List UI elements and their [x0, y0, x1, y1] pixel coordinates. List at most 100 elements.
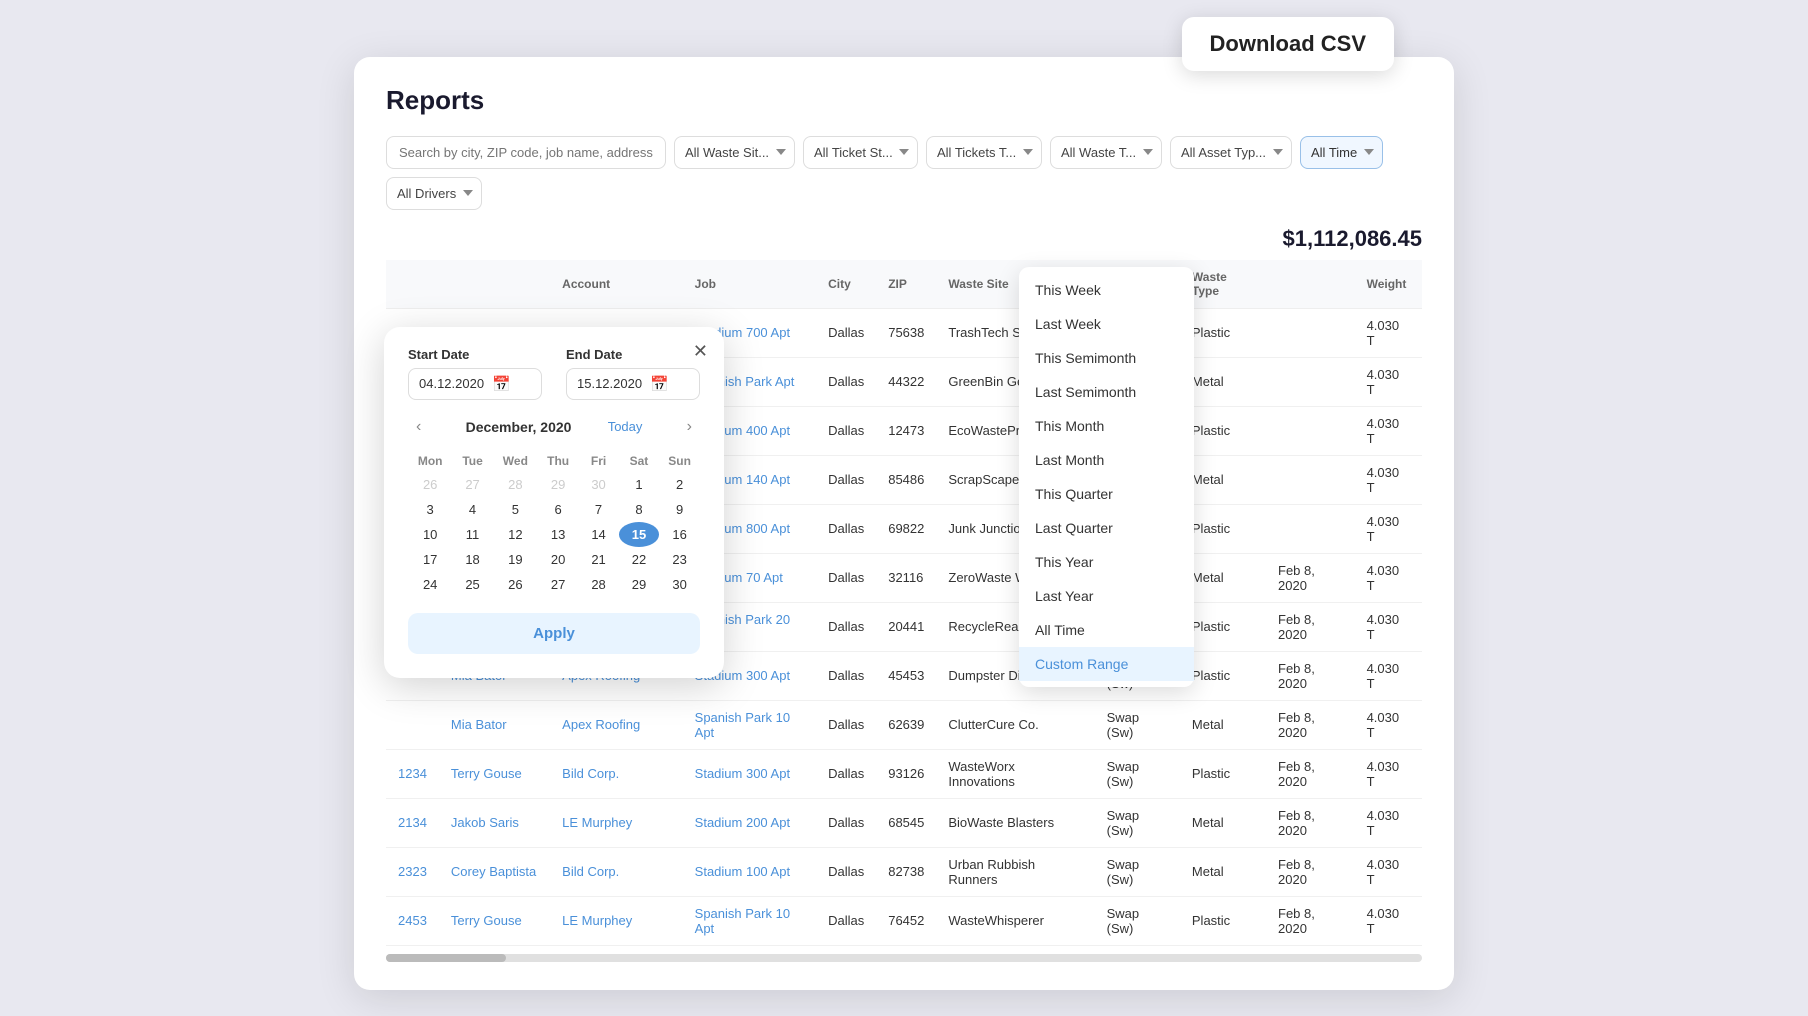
calendar-day[interactable]: 7 [578, 497, 618, 522]
cell-zip: 68545 [876, 798, 936, 847]
calendar-day[interactable]: 14 [578, 522, 618, 547]
calendar-day[interactable]: 18 [452, 547, 492, 572]
calendar-day[interactable]: 28 [493, 472, 538, 497]
time-dropdown-item[interactable]: This Week [1019, 273, 1194, 307]
time-dropdown-item[interactable]: Last Quarter [1019, 511, 1194, 545]
end-date-input[interactable]: 15.12.2020 📅 [566, 368, 700, 400]
calendar-day[interactable]: 22 [619, 547, 659, 572]
time-dropdown-item[interactable]: This Quarter [1019, 477, 1194, 511]
account-link[interactable]: Bild Corp. [562, 864, 619, 879]
cell-ticket-type: Swap (Sw) [1095, 798, 1180, 847]
cell-id: 2134 [386, 798, 439, 847]
time-dropdown-item[interactable]: Custom Range [1019, 647, 1194, 681]
cell-city: Dallas [816, 847, 876, 896]
calendar-day[interactable]: 26 [493, 572, 538, 597]
calendar-day[interactable]: 26 [408, 472, 452, 497]
time-dropdown-item[interactable]: This Semimonth [1019, 341, 1194, 375]
job-link[interactable]: Spanish Park 10 Apt [695, 906, 790, 936]
calendar-day[interactable]: 11 [452, 522, 492, 547]
cell-weight: 4.030 T [1355, 406, 1422, 455]
driver-link[interactable]: Terry Gouse [451, 913, 522, 928]
cell-date: Feb 8, 2020 [1266, 798, 1355, 847]
calendar-day[interactable]: 10 [408, 522, 452, 547]
asset-type-filter[interactable]: All Asset Typ... [1170, 136, 1292, 169]
col-city: City [816, 260, 876, 309]
next-month-button[interactable]: › [679, 414, 700, 440]
waste-site-filter[interactable]: All Waste Sit... [674, 136, 795, 169]
cell-zip: 62639 [876, 700, 936, 749]
calendar-day[interactable]: 9 [659, 497, 700, 522]
time-dropdown-item[interactable]: All Time [1019, 613, 1194, 647]
driver-link[interactable]: Terry Gouse [451, 766, 522, 781]
calendar-day[interactable]: 23 [659, 547, 700, 572]
job-link[interactable]: Stadium 200 Apt [695, 815, 790, 830]
time-filter[interactable]: All Time [1300, 136, 1383, 169]
calendar-day[interactable]: 29 [619, 572, 659, 597]
prev-month-button[interactable]: ‹ [408, 414, 429, 440]
calendar-day[interactable]: 27 [538, 572, 578, 597]
calendar-day[interactable]: 27 [452, 472, 492, 497]
download-csv-button[interactable]: Download CSV [1182, 17, 1394, 71]
time-dropdown-item[interactable]: Last Month [1019, 443, 1194, 477]
job-link[interactable]: Stadium 100 Apt [695, 864, 790, 879]
calendar-day[interactable]: 1 [619, 472, 659, 497]
calendar-day[interactable]: 28 [578, 572, 618, 597]
waste-type-filter[interactable]: All Waste T... [1050, 136, 1162, 169]
ticket-status-filter[interactable]: All Ticket St... [803, 136, 918, 169]
ticket-id-link[interactable]: 2323 [398, 864, 427, 879]
calendar-day[interactable]: 6 [538, 497, 578, 522]
calendar-day[interactable]: 15 [619, 522, 659, 547]
cell-weight: 4.030 T [1355, 504, 1422, 553]
calendar-day[interactable]: 3 [408, 497, 452, 522]
time-dropdown-item[interactable]: This Month [1019, 409, 1194, 443]
calendar-day[interactable]: 5 [493, 497, 538, 522]
time-dropdown-item[interactable]: This Year [1019, 545, 1194, 579]
calendar-day[interactable]: 30 [578, 472, 618, 497]
account-link[interactable]: Bild Corp. [562, 766, 619, 781]
cell-job: Spanish Park 10 Apt [683, 700, 816, 749]
ticket-id-link[interactable]: 1234 [398, 766, 427, 781]
start-date-input[interactable]: 04.12.2020 📅 [408, 368, 542, 400]
time-dropdown-item[interactable]: Last Week [1019, 307, 1194, 341]
driver-link[interactable]: Jakob Saris [451, 815, 519, 830]
calendar-day[interactable]: 2 [659, 472, 700, 497]
cell-date: Feb 8, 2020 [1266, 553, 1355, 602]
driver-link[interactable]: Mia Bator [451, 717, 507, 732]
account-link[interactable]: LE Murphey [562, 815, 632, 830]
calendar-day[interactable]: 13 [538, 522, 578, 547]
job-link[interactable]: Spanish Park 10 Apt [695, 710, 790, 740]
calendar-week-row: 3456789 [408, 497, 700, 522]
job-link[interactable]: Stadium 300 Apt [695, 766, 790, 781]
calendar-day-header: Fri [578, 450, 618, 472]
ticket-id-link[interactable]: 2453 [398, 913, 427, 928]
ticket-id-link[interactable]: 2134 [398, 815, 427, 830]
driver-link[interactable]: Corey Baptista [451, 864, 536, 879]
calendar-day[interactable]: 19 [493, 547, 538, 572]
apply-button[interactable]: Apply [408, 613, 700, 654]
drivers-filter[interactable]: All Drivers [386, 177, 482, 210]
calendar-day[interactable]: 16 [659, 522, 700, 547]
time-dropdown-item[interactable]: Last Semimonth [1019, 375, 1194, 409]
calendar-day[interactable]: 12 [493, 522, 538, 547]
search-input[interactable] [386, 136, 666, 169]
calendar-day[interactable]: 21 [578, 547, 618, 572]
cell-city: Dallas [816, 455, 876, 504]
calendar-day[interactable]: 20 [538, 547, 578, 572]
calendar-day[interactable]: 4 [452, 497, 492, 522]
cell-weight: 4.030 T [1355, 357, 1422, 406]
calendar-day[interactable]: 24 [408, 572, 452, 597]
cell-account: Bild Corp. [550, 847, 682, 896]
account-link[interactable]: LE Murphey [562, 913, 632, 928]
time-dropdown-item[interactable]: Last Year [1019, 579, 1194, 613]
today-button[interactable]: Today [608, 419, 643, 434]
cell-zip: 75638 [876, 308, 936, 357]
calendar-day[interactable]: 25 [452, 572, 492, 597]
tickets-type-filter[interactable]: All Tickets T... [926, 136, 1042, 169]
account-link[interactable]: Apex Roofing [562, 717, 640, 732]
calendar-day[interactable]: 30 [659, 572, 700, 597]
calendar-day[interactable]: 29 [538, 472, 578, 497]
table-scrollbar[interactable] [386, 954, 1422, 962]
calendar-day[interactable]: 8 [619, 497, 659, 522]
close-icon[interactable]: ✕ [693, 341, 708, 362]
calendar-day[interactable]: 17 [408, 547, 452, 572]
